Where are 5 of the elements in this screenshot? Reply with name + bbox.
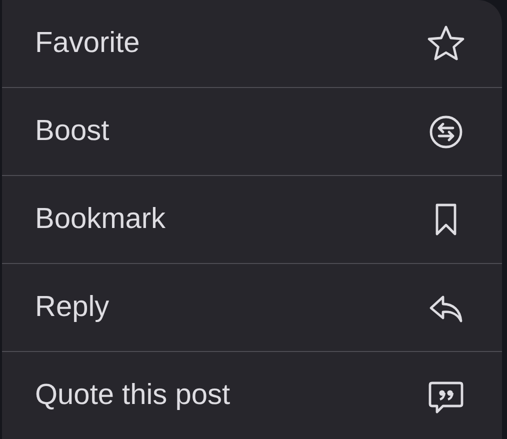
menu-item[interactable]: Favorite [2,0,502,88]
menu-item[interactable]: Boost [2,88,502,176]
menu-item[interactable]: Quote this post [2,352,502,439]
menu-item[interactable]: Reply [2,264,502,352]
menu-item[interactable]: Bookmark [2,176,502,264]
